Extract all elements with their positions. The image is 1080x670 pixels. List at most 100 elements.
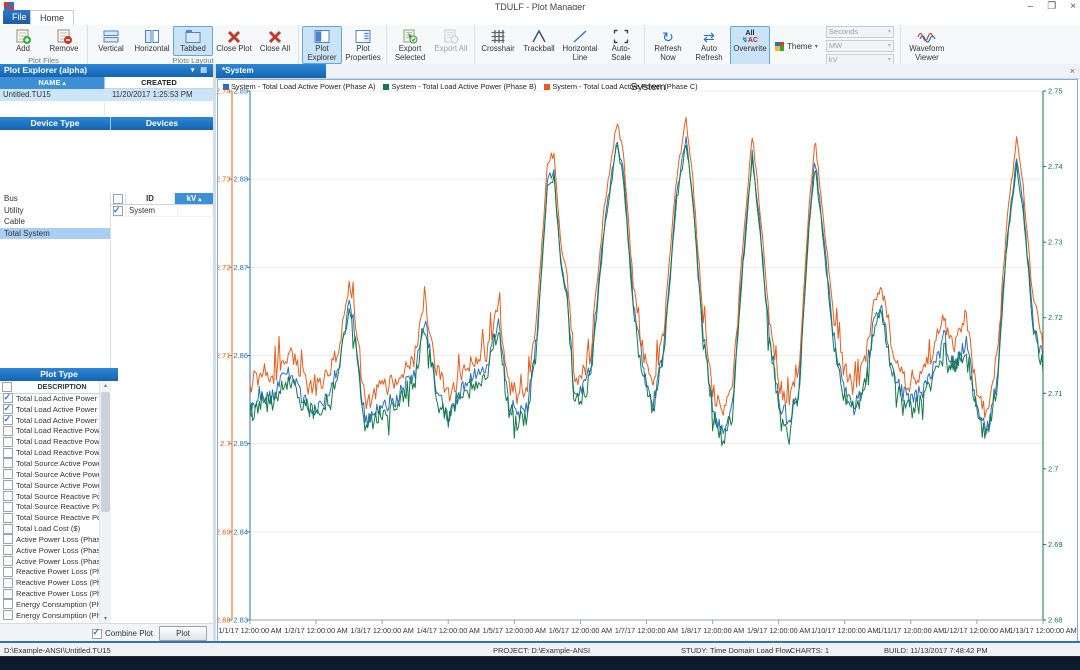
plot-type-row[interactable]: Total Source Active Power (Pha bbox=[0, 469, 99, 480]
device-checkbox[interactable] bbox=[113, 206, 123, 216]
tabbed-layout-button[interactable]: Tabbed bbox=[173, 26, 213, 56]
explorer-rows: Untitled.TU15 11/20/2017 1:25:53 PM bbox=[0, 89, 213, 101]
horizontal-layout-button[interactable]: Horizontal bbox=[132, 26, 172, 56]
system-chart-tab[interactable]: *System bbox=[216, 64, 326, 78]
svg-text:1/1/17 12:00:00 AM: 1/1/17 12:00:00 AM bbox=[218, 626, 281, 635]
plot-type-row[interactable]: Total Source Reactive Power (P bbox=[0, 491, 99, 502]
chevron-down-icon: ▾ bbox=[815, 43, 818, 50]
plot-type-checkbox[interactable] bbox=[3, 458, 13, 468]
device-type-item[interactable]: Utility bbox=[0, 205, 110, 217]
name-column-header[interactable]: NAME ▴ bbox=[0, 77, 105, 89]
close-chart-icon[interactable]: × bbox=[1070, 64, 1075, 78]
overwrite-button[interactable]: All↯AC Overwrite bbox=[730, 26, 770, 66]
plot-type-row[interactable]: Total Load Reactive Power (Pha bbox=[0, 426, 99, 437]
plot-button[interactable]: Plot bbox=[159, 626, 207, 641]
plot-type-checkbox[interactable] bbox=[3, 524, 13, 534]
kv-column-header[interactable]: kV ▴ bbox=[175, 193, 213, 205]
plot-type-row[interactable]: Reactive Power Loss (Phase B) bbox=[0, 577, 99, 588]
chart-plot-area[interactable]: 2.742.732.722.712.72.692.682.892.882.872… bbox=[218, 80, 1077, 642]
add-button[interactable]: Add bbox=[3, 26, 43, 56]
plot-type-row[interactable]: Energy Consumption (Phase B) bbox=[0, 610, 99, 621]
plot-type-checkbox[interactable] bbox=[3, 502, 13, 512]
combine-plot-checkbox[interactable] bbox=[92, 629, 102, 639]
svg-text:2.69: 2.69 bbox=[1048, 540, 1063, 549]
device-row[interactable]: System bbox=[110, 205, 213, 217]
auto-scale-button[interactable]: Auto-Scale bbox=[601, 26, 641, 64]
plot-type-row[interactable]: Total Load Active Power (Phase bbox=[0, 415, 99, 426]
theme-button[interactable]: Theme ▾ bbox=[771, 26, 822, 66]
trackball-button[interactable]: Trackball bbox=[519, 26, 559, 64]
combine-plot-option[interactable]: Combine Plot bbox=[92, 629, 153, 639]
svg-text:2.74: 2.74 bbox=[1048, 162, 1063, 171]
pin-icon[interactable]: ▤ bbox=[200, 67, 209, 74]
plot-explorer-button[interactable]: Plot Explorer bbox=[302, 26, 342, 64]
svg-text:1/6/17 12:00:00 AM: 1/6/17 12:00:00 AM bbox=[549, 626, 612, 635]
plot-type-row[interactable]: Active Power Loss (Phase B) bbox=[0, 545, 99, 556]
plot-type-row[interactable]: Active Power Loss (Phase A) bbox=[0, 534, 99, 545]
plot-type-row[interactable]: Reactive Power Loss (Phase C) bbox=[0, 588, 99, 599]
crosshair-button[interactable]: Crosshair bbox=[478, 26, 518, 64]
close-all-button[interactable]: Close All bbox=[255, 26, 295, 56]
group-tools: Crosshair Trackball Horizontal Line Auto… bbox=[475, 25, 645, 64]
group-other-plots: Waveform Viewer Other Plots bbox=[901, 25, 953, 64]
plot-type-row[interactable]: Total Source Active Power (Pha bbox=[0, 480, 99, 491]
plot-type-row[interactable]: Reactive Power Loss (Phase A) bbox=[0, 567, 99, 578]
plot-type-row[interactable]: Total Source Reactive Power (P bbox=[0, 501, 99, 512]
plot-type-checkbox[interactable] bbox=[3, 415, 13, 425]
plot-type-row[interactable]: Total Load Reactive Power (Pha bbox=[0, 447, 99, 458]
scroll-up-icon[interactable]: ▴ bbox=[100, 381, 111, 391]
plot-type-row[interactable]: Active Power Loss (Phase C) bbox=[0, 556, 99, 567]
plot-type-checkbox[interactable] bbox=[3, 610, 13, 620]
remove-button[interactable]: Remove bbox=[44, 26, 84, 56]
plot-properties-button[interactable]: Plot Properties bbox=[343, 26, 383, 64]
svg-text:1/2/17 12:00:00 AM: 1/2/17 12:00:00 AM bbox=[284, 626, 347, 635]
refresh-now-icon: ↻ bbox=[662, 28, 674, 45]
plot-type-checkbox[interactable] bbox=[3, 469, 13, 479]
plot-type-checkbox[interactable] bbox=[3, 448, 13, 458]
id-column-header[interactable]: ID bbox=[126, 193, 175, 205]
status-build: BUILD: 11/13/2017 7:48:42 PM bbox=[884, 646, 988, 655]
export-selected-button[interactable]: Export Selected bbox=[390, 26, 430, 64]
horizontal-line-button[interactable]: Horizontal Line bbox=[560, 26, 600, 64]
plot-type-row[interactable]: Total Load Active Power (Phase bbox=[0, 404, 99, 415]
device-type-item[interactable]: Cable bbox=[0, 216, 110, 228]
plot-type-checkbox[interactable] bbox=[3, 567, 13, 577]
plot-type-row[interactable]: Energy Consumption (Phase A) bbox=[0, 599, 99, 610]
device-type-header: Device Type bbox=[0, 117, 111, 130]
waveform-viewer-button[interactable]: Waveform Viewer bbox=[904, 26, 950, 64]
plot-type-checkbox[interactable] bbox=[3, 599, 13, 609]
plot-type-checkbox[interactable] bbox=[3, 480, 13, 490]
plot-type-checkbox[interactable] bbox=[3, 589, 13, 599]
device-type-item[interactable]: Bus bbox=[0, 193, 110, 205]
plot-type-row[interactable]: Total Source Active Power (Pha bbox=[0, 458, 99, 469]
plot-type-checkbox[interactable] bbox=[3, 513, 13, 523]
plot-type-checkbox[interactable] bbox=[3, 437, 13, 447]
svg-text:1/12/17 12:00:00 AM: 1/12/17 12:00:00 AM bbox=[943, 626, 1010, 635]
plot-type-scrollbar[interactable]: ▴ ▾ bbox=[99, 381, 111, 624]
auto-refresh-button[interactable]: ⇄ Auto Refresh bbox=[689, 26, 729, 66]
created-column-header[interactable]: CREATED bbox=[105, 77, 213, 89]
plot-file-row[interactable]: Untitled.TU15 11/20/2017 1:25:53 PM bbox=[0, 89, 213, 101]
plot-type-checkbox[interactable] bbox=[3, 545, 13, 555]
refresh-now-button[interactable]: ↻ Refresh Now bbox=[648, 26, 688, 66]
waveform-icon bbox=[917, 28, 937, 45]
scrollbar-thumb[interactable] bbox=[101, 392, 110, 512]
plot-type-checkbox[interactable] bbox=[3, 556, 13, 566]
plot-type-row[interactable]: Total Load Cost ($) bbox=[0, 523, 99, 534]
plot-type-checkbox[interactable] bbox=[3, 491, 13, 501]
plot-type-checkbox[interactable] bbox=[3, 426, 13, 436]
chevron-down-icon[interactable]: ▾ bbox=[191, 67, 197, 74]
select-all-plot-types-checkbox[interactable] bbox=[2, 382, 12, 392]
horizontal-layout-icon bbox=[143, 28, 161, 45]
device-type-item[interactable]: Total System bbox=[0, 228, 110, 240]
plot-type-checkbox[interactable] bbox=[3, 534, 13, 544]
plot-type-row[interactable]: Total Load Reactive Power (Pha bbox=[0, 436, 99, 447]
group-data: Export Selected Export All Data bbox=[387, 25, 475, 64]
plot-type-row[interactable]: Total Source Reactive Power (P bbox=[0, 512, 99, 523]
plot-type-checkbox[interactable] bbox=[3, 578, 13, 588]
plot-type-row[interactable]: Total Load Active Power (Phase bbox=[0, 393, 99, 404]
mw-combo: MW▾ bbox=[826, 40, 894, 52]
close-plot-button[interactable]: Close Plot bbox=[214, 26, 254, 56]
tab-home[interactable]: Home bbox=[30, 10, 74, 26]
vertical-layout-button[interactable]: Vertical bbox=[91, 26, 131, 56]
